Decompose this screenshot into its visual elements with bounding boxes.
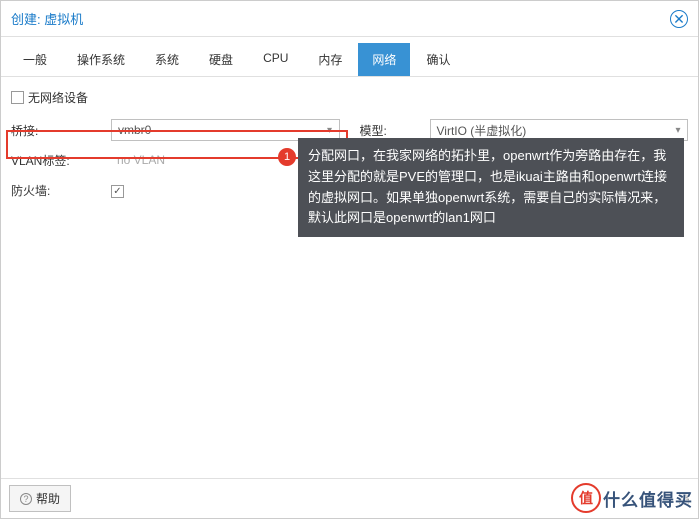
tab-cpu[interactable]: CPU: [249, 43, 302, 76]
dialog-title: 创建: 虚拟机: [11, 9, 83, 28]
annotation-badge: 1: [278, 148, 296, 166]
tab-system[interactable]: 系统: [141, 43, 193, 76]
vlan-label: VLAN标签:: [11, 152, 111, 169]
model-value: VirtIO (半虚拟化): [437, 122, 527, 139]
tab-network[interactable]: 网络: [358, 43, 410, 76]
wizard-tabs: 一般 操作系统 系统 硬盘 CPU 内存 网络 确认: [1, 37, 698, 77]
create-vm-dialog: IO 阈值 0.00% 20.4 创建: 虚拟机 ✕ 一般 操作系统 系统 硬盘…: [0, 0, 699, 519]
no-network-checkbox[interactable]: [11, 91, 24, 104]
tab-disk[interactable]: 硬盘: [195, 43, 247, 76]
watermark-icon: 值: [571, 483, 601, 513]
dialog-header: 创建: 虚拟机 ✕: [1, 1, 698, 37]
bridge-row: 桥接: vmbr0 ▾: [11, 116, 340, 144]
firewall-row: 防火墙: ✓: [11, 176, 340, 204]
watermark: 值 什么值得买: [571, 483, 693, 513]
vlan-value: no VLAN: [117, 153, 165, 167]
tab-confirm[interactable]: 确认: [412, 43, 464, 76]
help-label: 帮助: [36, 490, 60, 507]
model-label: 模型:: [360, 122, 430, 139]
bridge-label: 桥接:: [11, 122, 111, 139]
help-icon: ?: [20, 493, 32, 505]
no-network-label: 无网络设备: [28, 89, 88, 106]
no-network-row: 无网络设备: [11, 89, 688, 106]
firewall-label: 防火墙:: [11, 182, 111, 199]
tab-general[interactable]: 一般: [9, 43, 61, 76]
help-button[interactable]: ? 帮助: [9, 485, 71, 512]
bridge-value: vmbr0: [118, 123, 151, 137]
tab-memory[interactable]: 内存: [304, 43, 356, 76]
annotation-tooltip: 分配网口，在我家网络的拓扑里，openwrt作为旁路由存在，我这里分配的就是PV…: [298, 138, 684, 237]
firewall-checkbox[interactable]: ✓: [111, 185, 124, 198]
tab-os[interactable]: 操作系统: [63, 43, 139, 76]
watermark-text: 什么值得买: [603, 486, 693, 511]
close-icon[interactable]: ✕: [670, 10, 688, 28]
